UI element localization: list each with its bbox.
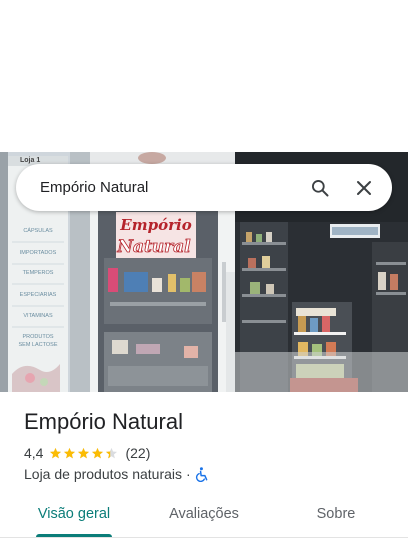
clear-search-button[interactable]: [342, 166, 386, 210]
top-blank-area: [0, 0, 408, 152]
banner-item: CÁPSULAS: [23, 227, 53, 234]
star-icon: [106, 447, 118, 458]
search-bar[interactable]: Empório Natural: [16, 164, 392, 211]
sign-line-1: Empório: [119, 216, 191, 234]
star-icon: [92, 447, 104, 458]
star-icon: [78, 447, 90, 458]
category-row: Loja de produtos naturais ·: [24, 465, 209, 483]
banner-item: VITAMINAS: [23, 313, 53, 319]
rating-value: 4,4: [24, 445, 44, 461]
banner-item: PRODUTOS: [22, 334, 53, 340]
separator: ·: [186, 466, 191, 482]
place-category[interactable]: Loja de produtos naturais: [24, 466, 182, 482]
banner-top-text: Loja 1: [20, 157, 40, 164]
rating-row[interactable]: 4,4 (22): [24, 444, 150, 462]
tab-reviews[interactable]: Avaliações: [150, 494, 258, 534]
search-input[interactable]: Empório Natural: [40, 179, 298, 196]
tab-about[interactable]: Sobre: [282, 494, 390, 534]
star-icon: [64, 447, 76, 458]
close-icon: [357, 180, 371, 195]
review-count[interactable]: (22): [125, 445, 150, 461]
star-icon: [50, 447, 62, 458]
search-button[interactable]: [298, 166, 342, 210]
wheelchair-icon: [195, 466, 208, 482]
tab-overview[interactable]: Visão geral: [20, 494, 128, 534]
banner-item: SEM LACTOSE: [18, 342, 57, 348]
place-tabs: Visão geral Avaliações Sobre: [0, 494, 408, 538]
banner-item: TEMPEROS: [23, 270, 54, 276]
place-title: Empório Natural: [24, 409, 183, 434]
banner-item: IMPORTADOS: [20, 250, 57, 256]
sign-line-2: Natural: [116, 237, 191, 257]
star-rating: [49, 447, 119, 460]
banner-item: ESPECIARIAS: [20, 292, 57, 298]
tabs-divider: [0, 537, 408, 538]
search-icon: [312, 179, 329, 196]
